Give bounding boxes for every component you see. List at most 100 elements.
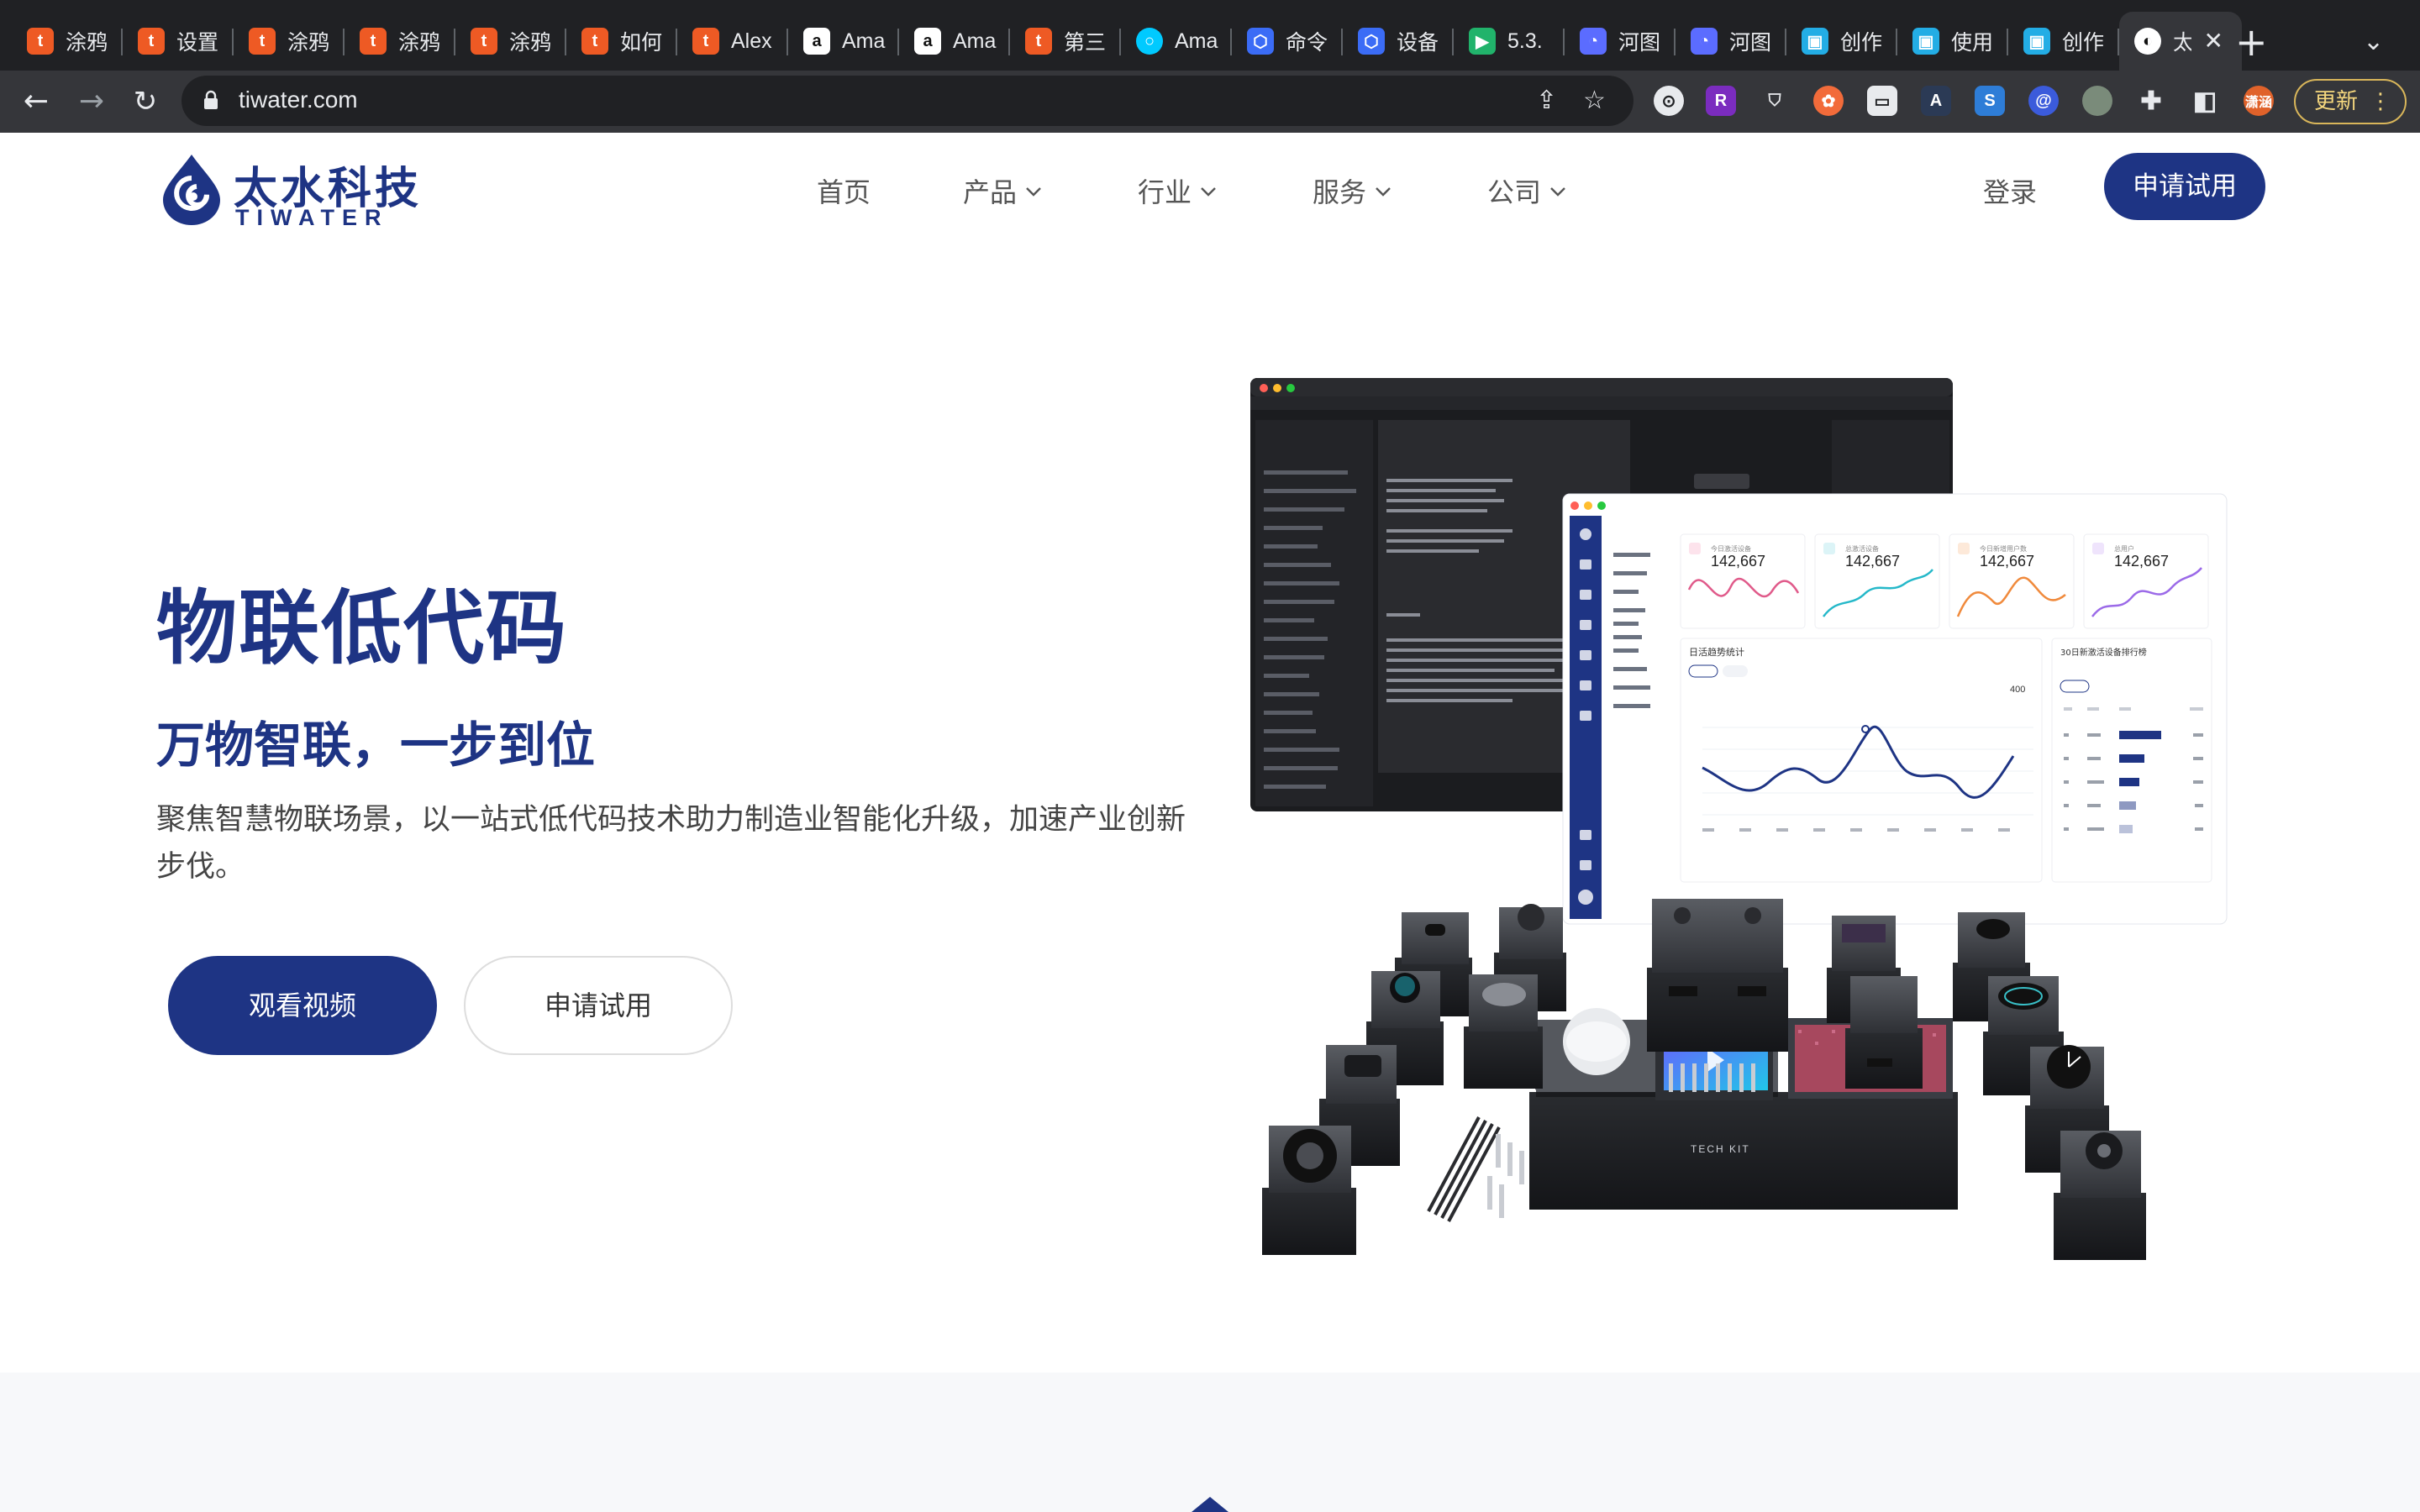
hardware-kit: TECH KIT: [1262, 899, 2146, 1260]
stat-value-1: 142,667: [1711, 553, 1765, 570]
nav-products[interactable]: 产品: [963, 171, 1042, 210]
tab-title: Ama: [842, 29, 886, 53]
hexagon-icon: ⬡: [1247, 28, 1274, 55]
connector-pins: [1487, 1134, 1524, 1218]
url-text: tiwater.com: [239, 87, 358, 113]
browser-tab[interactable]: ◔ 河图: [1565, 12, 1676, 71]
login-link[interactable]: 登录: [1983, 171, 2037, 210]
stat-label-1: 今日激活设备: [1711, 544, 1751, 553]
browser-tab[interactable]: ◐ 太 ✕: [2119, 12, 2242, 71]
forward-button[interactable]: →: [72, 82, 111, 121]
extension-icon-4[interactable]: ✿: [1813, 86, 1844, 116]
tab-title: Ama: [953, 29, 997, 53]
extension-icon-1[interactable]: ⊙: [1654, 86, 1684, 116]
alexa-icon: ○: [1136, 28, 1163, 55]
hexagon-icon: ⬡: [1358, 28, 1385, 55]
extension-icon-8[interactable]: @: [2028, 86, 2059, 116]
bilibili-icon: ▣: [1802, 28, 1828, 55]
browser-tab[interactable]: t 涂鸦: [12, 12, 123, 71]
nav-label: 公司: [1487, 176, 1542, 208]
side-panel-icon[interactable]: ◧: [2190, 86, 2220, 116]
stat-value-2: 142,667: [1845, 553, 1900, 570]
extension-icon-2[interactable]: R: [1706, 86, 1736, 116]
nav-label: 产品: [963, 176, 1018, 208]
browser-tab[interactable]: t 涂鸦: [234, 12, 345, 71]
nav-company[interactable]: 公司: [1487, 171, 1566, 210]
button-module: [1647, 899, 1788, 1052]
address-bar[interactable]: tiwater.com ⇪ ☆: [182, 76, 1634, 126]
tiwater-logo[interactable]: 太水科技 TIWATER: [160, 153, 429, 230]
reload-button[interactable]: ↻: [126, 82, 165, 121]
browser-tab[interactable]: ▣ 使用: [1897, 12, 2008, 71]
tuya-icon: t: [249, 28, 276, 55]
watch-video-button[interactable]: 观看视频: [168, 956, 437, 1055]
water-drop-logo-icon: [163, 155, 220, 225]
dashboard-window: 今日激活设备 142,667 总激活设备 142,667 今日新增用户数 142…: [1562, 493, 2228, 925]
nav-services[interactable]: 服务: [1313, 171, 1392, 210]
extension-icon-5[interactable]: ▭: [1867, 86, 1897, 116]
tab-title: Ama: [1175, 29, 1218, 53]
tab-title: 涂鸦: [287, 31, 330, 55]
extension-icon-7[interactable]: S: [1975, 86, 2005, 116]
browser-tab[interactable]: a Ama: [788, 12, 899, 71]
browser-tab[interactable]: ⬡ 设备: [1343, 12, 1454, 71]
browser-tab[interactable]: ○ Ama: [1121, 12, 1232, 71]
ranking-panel: 30日新激活设备排行榜: [2051, 638, 2212, 883]
trend-chart-panel: 日活趋势统计 400: [1680, 638, 2043, 883]
extension-icon-9[interactable]: [2082, 86, 2112, 116]
tab-title: 命令: [1286, 31, 1328, 55]
browser-tab[interactable]: ◔ 河图: [1676, 12, 1786, 71]
stat-label-3: 今日新增用户数: [1980, 544, 2027, 553]
tab-title: 创作: [2062, 31, 2105, 55]
chrome-update-button[interactable]: 更新 ⋮: [2294, 79, 2407, 124]
nav-label: 行业: [1138, 176, 1192, 208]
tuya-icon: t: [138, 28, 165, 55]
nav-home[interactable]: 首页: [817, 171, 871, 210]
browser-tab[interactable]: t 设置: [123, 12, 234, 71]
browser-tab[interactable]: t 涂鸦: [455, 12, 566, 71]
new-tab-button[interactable]: +: [2235, 18, 2268, 66]
section-arrow-icon: [1192, 1497, 1228, 1512]
hero-subtitle: 万物智联，一步到位: [156, 717, 596, 774]
tab-title: 河图: [1729, 31, 1772, 55]
stat-label-2: 总激活设备: [1845, 544, 1879, 553]
puzzle-extensions-icon[interactable]: ✚: [2136, 86, 2166, 116]
extension-icon-6[interactable]: A: [1921, 86, 1951, 116]
browser-tab[interactable]: a Ama: [899, 12, 1010, 71]
profile-avatar[interactable]: 潇涵: [2244, 86, 2274, 116]
nav-label: 首页: [817, 176, 871, 208]
apply-trial-header-button[interactable]: 申请试用: [2104, 153, 2265, 220]
browser-tab[interactable]: ▣ 创作: [2008, 12, 2119, 71]
tuya-icon: t: [1025, 28, 1052, 55]
browser-tab[interactable]: ▶ 5.3.: [1454, 12, 1565, 71]
stat-card-1: 今日激活设备 142,667: [1680, 533, 1806, 629]
browser-tab[interactable]: t 涂鸦: [345, 12, 455, 71]
tab-title: 涂鸦: [66, 31, 108, 55]
tuya-icon: t: [692, 28, 719, 55]
share-icon[interactable]: ⇪: [1536, 86, 1557, 115]
tab-title: 设备: [1397, 31, 1439, 55]
close-tab-icon[interactable]: ✕: [2204, 27, 2223, 55]
apply-trial-button[interactable]: 申请试用: [464, 956, 733, 1055]
browser-tab[interactable]: ⬡ 命令: [1232, 12, 1343, 71]
nav-industries[interactable]: 行业: [1138, 171, 1217, 210]
shield-extension-icon[interactable]: ⛉: [1760, 86, 1790, 116]
browser-tab[interactable]: t 第三: [1010, 12, 1121, 71]
browser-tab[interactable]: t 如何: [566, 12, 677, 71]
kit-label: TECH KIT: [1691, 1143, 1750, 1155]
logo-text-en: TIWATER: [235, 205, 389, 230]
tab-title: 涂鸦: [509, 31, 552, 55]
tab-search-chevron-icon[interactable]: ⌄: [2363, 27, 2384, 56]
browser-tab[interactable]: t Alex: [677, 12, 788, 71]
tiwater-icon: ◐: [2134, 28, 2161, 55]
bookmark-star-icon[interactable]: ☆: [1583, 86, 1606, 115]
tab-title: 创作: [1840, 31, 1883, 55]
more-menu-icon[interactable]: ⋮: [2370, 81, 2391, 123]
stat-value-3: 142,667: [1980, 553, 2034, 570]
ghost-icon: ◔: [1691, 28, 1718, 55]
back-button[interactable]: ←: [17, 82, 55, 121]
browser-tab[interactable]: ▣ 创作: [1786, 12, 1897, 71]
chevron-down-icon: [1201, 187, 1216, 197]
bilibili-icon: ▣: [1912, 28, 1939, 55]
next-section-band: [0, 1373, 2420, 1512]
